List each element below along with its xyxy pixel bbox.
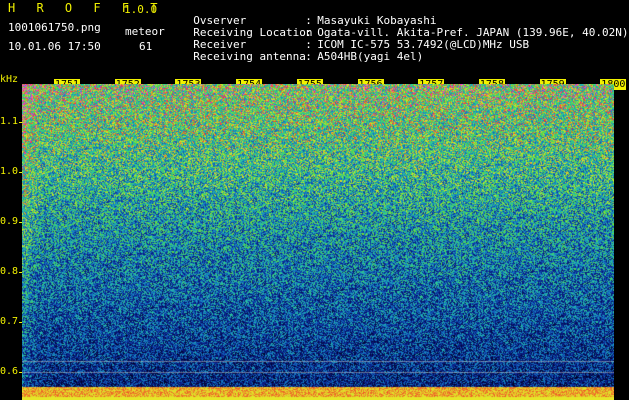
info-row-antenna: Receiving antenna: A504HB(yagi 4el) — [180, 39, 423, 63]
y-tick-label: 0.9 — [0, 216, 19, 227]
y-tick-label: 0.7 — [0, 316, 19, 327]
meteor-count: 61 — [139, 40, 153, 53]
info-value: A504HB(yagi 4el) — [317, 50, 424, 63]
app-version: 1.0.0 — [124, 3, 158, 16]
spectrogram-area: 1.1 1.0 0.9 0.8 0.7 0.6 — [0, 78, 629, 400]
y-tick-label: 0.8 — [0, 266, 19, 277]
y-tick-mark — [19, 272, 22, 273]
spectrogram-canvas — [22, 84, 614, 400]
info-sep: : — [305, 50, 312, 63]
info-key: Receiving antenna — [193, 50, 306, 63]
y-tick-label: 1.0 — [0, 166, 19, 177]
file-name: 1001061750.png — [8, 21, 101, 34]
meteor-label: meteor — [125, 25, 165, 38]
datetime: 10.01.06 17:50 — [8, 40, 101, 53]
y-tick-mark — [19, 372, 22, 373]
y-tick-label: 0.6 — [0, 366, 19, 377]
y-tick-mark — [19, 222, 22, 223]
y-tick-label: 1.1 — [0, 116, 19, 127]
y-tick-mark — [19, 122, 22, 123]
y-tick-mark — [19, 322, 22, 323]
y-tick-mark — [19, 172, 22, 173]
